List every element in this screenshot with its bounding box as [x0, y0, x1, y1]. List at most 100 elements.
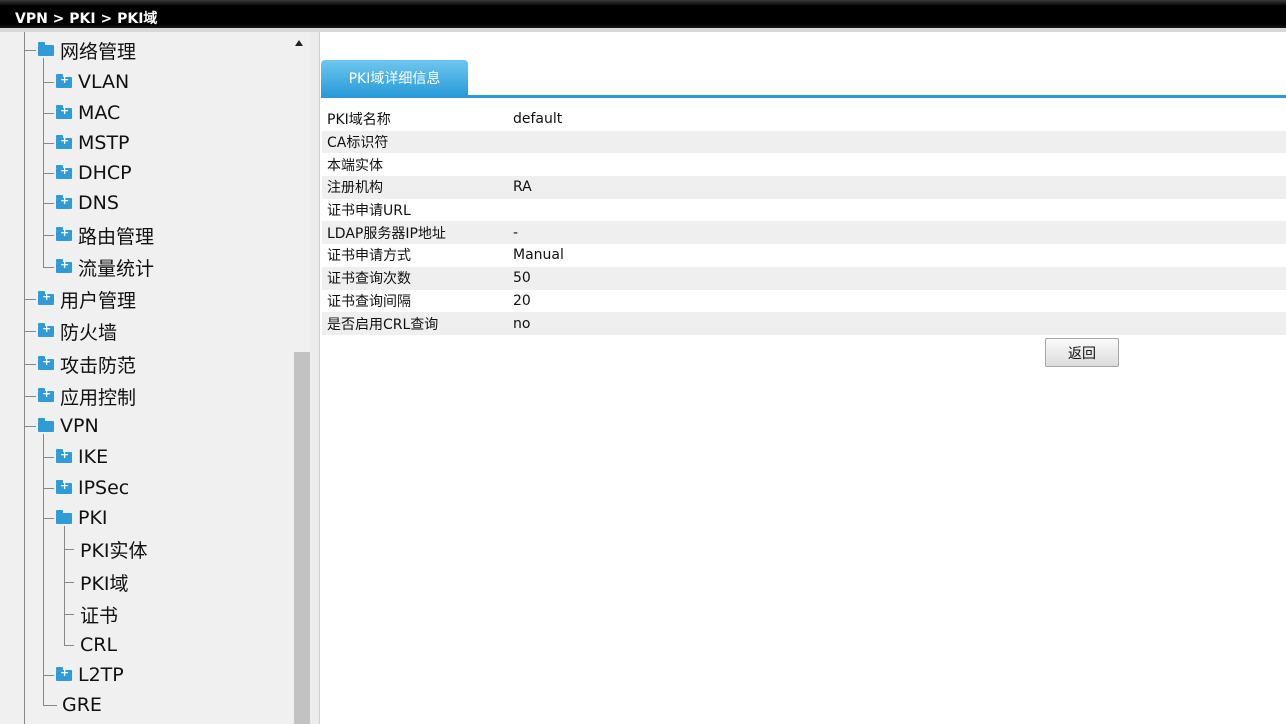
tree-line	[43, 705, 57, 706]
back-button[interactable]: 返回	[1045, 338, 1119, 367]
sidebar-item-label: 用户管理	[60, 289, 137, 312]
sidebar-item-label: PKI	[78, 507, 108, 529]
tree-line	[43, 173, 54, 174]
folder-plus-icon[interactable]	[56, 448, 72, 463]
folder-plus-icon[interactable]	[38, 290, 54, 305]
sidebar-item-label: PKI实体	[80, 539, 148, 562]
sidebar-item-pki[interactable]: PKI域	[80, 568, 129, 596]
sidebar-item-dhcp[interactable]: DHCP	[56, 159, 132, 187]
sidebar-item-node-8[interactable]: 用户管理	[38, 285, 136, 313]
sidebar-item-label: 路由管理	[78, 225, 155, 248]
folder-plus-icon[interactable]	[56, 666, 72, 681]
detail-value: default	[513, 111, 563, 128]
sidebar-item-node-0[interactable]: 网络管理	[38, 36, 136, 64]
detail-row: LDAP服务器IP地址 -	[322, 221, 1286, 245]
scroll-up-arrow-icon[interactable]	[295, 40, 303, 46]
tree-line	[64, 614, 74, 615]
folder-plus-icon[interactable]	[56, 194, 72, 209]
folder-plus-icon[interactable]	[56, 104, 72, 119]
tree-line	[43, 113, 54, 114]
folder-open-icon[interactable]	[56, 509, 72, 524]
sidebar-item-label: DNS	[78, 192, 119, 214]
sidebar-item-vpn[interactable]: VPN	[38, 412, 99, 440]
sidebar-item-label: 证书	[80, 604, 119, 627]
sidebar-item-vlan[interactable]: VLAN	[56, 68, 129, 96]
folder-plus-icon[interactable]	[56, 258, 72, 273]
folder-plus-icon[interactable]	[38, 355, 54, 370]
folder-open-icon[interactable]	[38, 41, 54, 56]
sidebar-item-label: 网络管理	[60, 40, 137, 63]
tree-line	[43, 457, 54, 458]
tree-line	[43, 488, 54, 489]
sidebar-item-label: 流量统计	[78, 257, 155, 280]
sidebar-item-node-6[interactable]: 路由管理	[56, 221, 154, 249]
tree-line	[43, 235, 54, 236]
sidebar-item-label: VLAN	[78, 71, 130, 93]
detail-value: -	[513, 224, 519, 241]
breadcrumb: VPN > PKI > PKI域	[15, 11, 158, 27]
sidebar-item-label: GRE	[62, 694, 102, 716]
sidebar-item-dns[interactable]: DNS	[56, 189, 119, 217]
sidebar-item-ike[interactable]: IKE	[56, 443, 108, 471]
tree-line	[64, 645, 74, 646]
sidebar-item-label: IKE	[78, 446, 109, 468]
sidebar-item-node-10[interactable]: 攻击防范	[38, 350, 136, 378]
sidebar-item-mstp[interactable]: MSTP	[56, 129, 130, 157]
detail-table: PKI域名称 default CA标识符 本端实体 注册机构 RA 证书申请URL LDAP服…	[322, 108, 1286, 335]
tree-line	[64, 582, 74, 583]
detail-value: RA	[513, 179, 532, 196]
folder-plus-icon[interactable]	[56, 479, 72, 494]
sidebar-item-node-11[interactable]: 应用控制	[38, 382, 136, 410]
detail-value: 50	[513, 270, 531, 287]
sidebar-item-node-7[interactable]: 流量统计	[56, 253, 154, 281]
detail-key: 注册机构	[327, 180, 383, 197]
folder-plus-icon[interactable]	[56, 73, 72, 88]
detail-key: 证书申请URL	[327, 203, 411, 220]
detail-value: Manual	[513, 247, 564, 264]
frame-divider[interactable]	[310, 32, 320, 724]
detail-row: 是否启用CRL查询 no	[322, 312, 1286, 335]
tree-line	[64, 549, 74, 550]
tree-line	[43, 203, 54, 204]
tab-underline	[321, 95, 1286, 98]
detail-row: 本端实体	[322, 153, 1286, 176]
sidebar-item-crl[interactable]: CRL	[80, 631, 117, 659]
tree-line	[43, 434, 44, 705]
tree-line	[24, 331, 36, 332]
tree-line	[43, 143, 54, 144]
tree-line	[24, 50, 36, 51]
detail-value: 20	[513, 292, 531, 309]
folder-plus-icon[interactable]	[56, 134, 72, 149]
detail-key: LDAP服务器IP地址	[327, 225, 446, 242]
detail-row: PKI域名称 default	[322, 108, 1286, 131]
sidebar-item-label: MSTP	[78, 132, 130, 154]
folder-plus-icon[interactable]	[38, 387, 54, 402]
sidebar-item-node-18[interactable]: 证书	[80, 600, 118, 628]
tree-line	[43, 82, 54, 83]
top-bar: VPN > PKI > PKI域	[0, 0, 1286, 32]
folder-plus-icon[interactable]	[56, 226, 72, 241]
tree-line	[43, 518, 54, 519]
tree-line	[24, 426, 36, 427]
tree-line	[24, 364, 36, 365]
tree-line	[24, 299, 36, 300]
folder-plus-icon[interactable]	[56, 164, 72, 179]
sidebar-item-label: L2TP	[78, 664, 124, 686]
sidebar-item-label: 应用控制	[60, 386, 137, 409]
scroll-thumb[interactable]	[294, 352, 310, 724]
folder-open-icon[interactable]	[38, 417, 54, 432]
detail-key: 是否启用CRL查询	[327, 316, 439, 333]
sidebar-item-ipsec[interactable]: IPSec	[56, 474, 129, 502]
sidebar-item-node-9[interactable]: 防火墙	[38, 317, 117, 345]
sidebar-item-label: VPN	[60, 415, 99, 437]
detail-row: 证书查询间隔 20	[322, 290, 1286, 313]
sidebar-item-pki[interactable]: PKI实体	[80, 535, 148, 563]
tree-line	[24, 32, 25, 724]
sidebar-item-l2tp[interactable]: L2TP	[56, 661, 124, 689]
folder-plus-icon[interactable]	[38, 322, 54, 337]
sidebar-item-mac[interactable]: MAC	[56, 99, 120, 127]
tab-pki-domain-detail[interactable]: PKI域详细信息	[321, 60, 468, 96]
sidebar-item-label: DHCP	[78, 162, 132, 184]
detail-row: 注册机构 RA	[322, 176, 1286, 199]
sidebar-item-gre[interactable]: GRE	[62, 691, 102, 719]
